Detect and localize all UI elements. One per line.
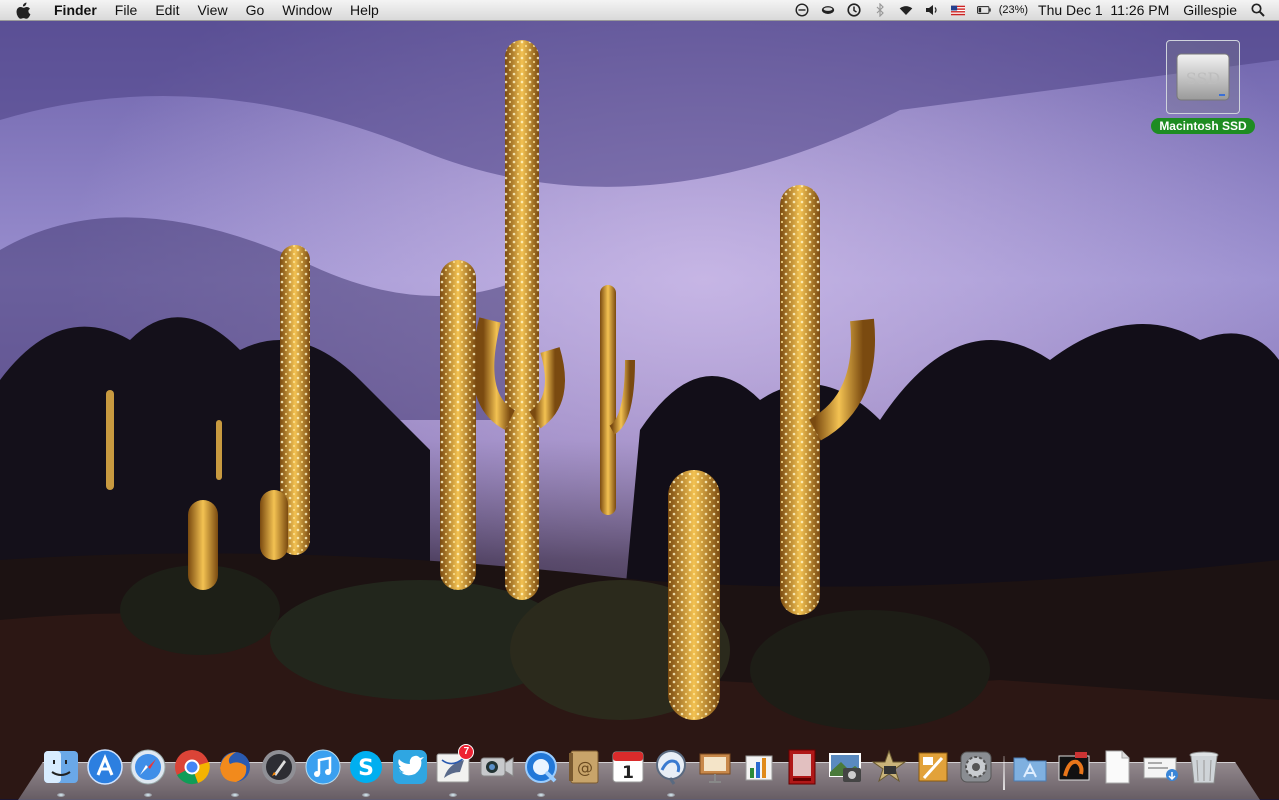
dock-photo-booth-icon[interactable] bbox=[781, 746, 823, 788]
app-menu-finder[interactable]: Finder bbox=[45, 0, 106, 21]
dock-preview-icon[interactable] bbox=[650, 746, 692, 797]
dock-chrome-icon[interactable] bbox=[171, 746, 213, 788]
battery-icon[interactable] bbox=[976, 3, 991, 17]
volume-icon[interactable] bbox=[925, 3, 939, 17]
menu-bar: Finder File Edit View Go Window Help (23… bbox=[0, 0, 1279, 21]
dock-trash-icon[interactable] bbox=[1183, 746, 1225, 788]
drive-badge-text: SSD bbox=[1186, 69, 1220, 88]
dock-ical-icon[interactable]: 1 bbox=[607, 746, 649, 788]
dock-preview-stack-icon[interactable] bbox=[1053, 746, 1095, 788]
spotlight-icon[interactable] bbox=[1251, 3, 1265, 17]
battery-percent: (23%) bbox=[998, 3, 1029, 16]
dock-skype-icon[interactable]: S bbox=[345, 746, 387, 797]
dock-iphoto-icon[interactable] bbox=[825, 746, 867, 788]
wifi-icon[interactable] bbox=[899, 3, 913, 17]
coffee-icon[interactable] bbox=[821, 3, 835, 17]
dock: S 7 @ 1 bbox=[40, 742, 1245, 797]
running-indicator bbox=[536, 793, 545, 797]
menu-edit[interactable]: Edit bbox=[146, 0, 188, 21]
dock-firefox-icon[interactable] bbox=[214, 746, 256, 797]
menu-window[interactable]: Window bbox=[273, 0, 341, 21]
dock-app-store-icon[interactable] bbox=[84, 746, 126, 788]
fast-user-switch[interactable]: Gillespie bbox=[1175, 0, 1245, 21]
svg-text:@: @ bbox=[577, 758, 593, 777]
dock-documents-stack-icon[interactable] bbox=[1096, 746, 1138, 788]
ical-day: 1 bbox=[622, 763, 634, 783]
drive-icon[interactable]: SSD bbox=[1166, 40, 1240, 114]
dock-twitter-icon[interactable] bbox=[389, 746, 431, 788]
dock-finder-icon[interactable] bbox=[40, 746, 82, 797]
menu-help[interactable]: Help bbox=[341, 0, 388, 21]
dock-itunes-icon[interactable] bbox=[302, 746, 344, 788]
dock-numbers-icon[interactable] bbox=[738, 746, 780, 788]
macintosh-ssd-drive[interactable]: SSD Macintosh SSD bbox=[1148, 40, 1258, 135]
dock-mail-icon[interactable]: 7 bbox=[432, 744, 475, 797]
dock-safari-icon[interactable] bbox=[127, 746, 169, 797]
menu-view[interactable]: View bbox=[188, 0, 236, 21]
bluetooth-icon[interactable] bbox=[873, 3, 887, 17]
dock-facetime-icon[interactable] bbox=[476, 746, 518, 788]
desktop-wallpaper bbox=[0, 0, 1279, 799]
dock-pages-icon[interactable] bbox=[912, 746, 954, 788]
running-indicator bbox=[57, 793, 65, 797]
sync-icon[interactable] bbox=[847, 3, 861, 17]
dock-address-book-icon[interactable]: @ bbox=[563, 746, 605, 788]
clock[interactable]: Thu Dec 1 11:26 PM bbox=[1032, 0, 1175, 21]
dock-keynote-icon[interactable] bbox=[694, 746, 736, 788]
dock-system-preferences-icon[interactable] bbox=[955, 746, 997, 788]
dock-downloads-stack-icon[interactable] bbox=[1140, 746, 1182, 788]
menu-go[interactable]: Go bbox=[237, 0, 274, 21]
menu-file[interactable]: File bbox=[106, 0, 147, 21]
dock-separator bbox=[999, 748, 1009, 790]
drive-label[interactable]: Macintosh SSD bbox=[1151, 118, 1255, 134]
us-flag-icon[interactable] bbox=[950, 3, 965, 17]
svg-text:S: S bbox=[358, 756, 374, 781]
timemachine-icon[interactable] bbox=[795, 3, 809, 17]
dock-quicktime-icon[interactable] bbox=[520, 746, 562, 797]
dock-imovie-icon[interactable] bbox=[868, 746, 910, 788]
dock-applications-folder-icon[interactable] bbox=[1009, 746, 1051, 788]
apple-menu-icon[interactable] bbox=[0, 2, 45, 19]
dock-launchpad-icon[interactable] bbox=[258, 746, 300, 788]
